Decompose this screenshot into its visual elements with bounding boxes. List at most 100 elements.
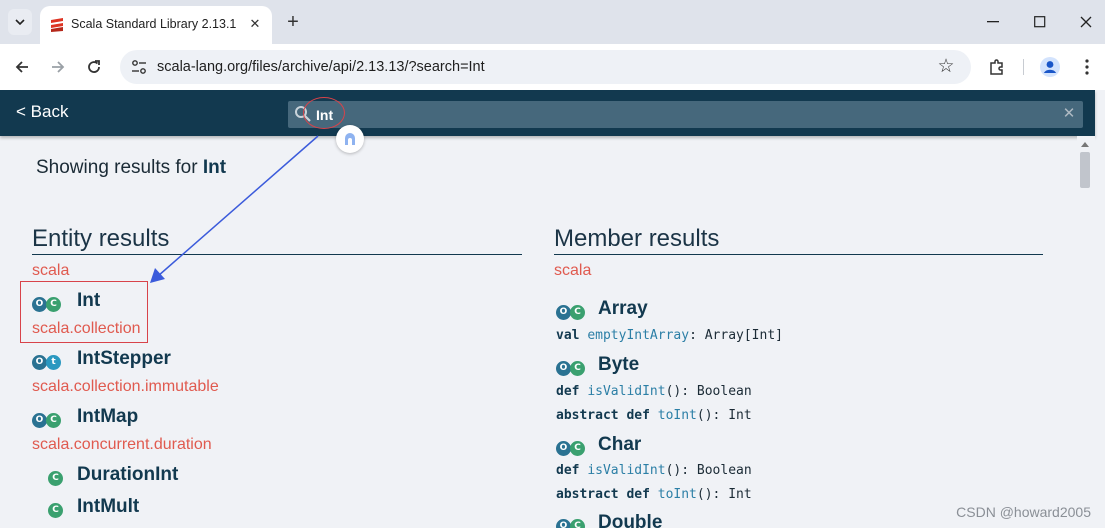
entity-badges: C	[48, 499, 63, 518]
tab-strip: Scala Standard Library 2.13.1 ✕ +	[0, 0, 1105, 44]
member-keyword: val	[556, 328, 580, 343]
close-window-button[interactable]	[1076, 12, 1096, 32]
forward-nav-button[interactable]	[46, 55, 70, 79]
search-input[interactable]	[316, 104, 1016, 125]
member-keyword: def	[556, 463, 580, 478]
maximize-icon	[1034, 16, 1046, 28]
member-signature[interactable]: def isValidInt(): Boolean	[556, 384, 752, 399]
entity-name[interactable]: DurationInt	[77, 464, 178, 486]
member-signature[interactable]: abstract def toInt(): Int	[556, 487, 752, 502]
extensions-button[interactable]	[985, 55, 1009, 79]
member-entity-array[interactable]: OC Array	[556, 298, 756, 322]
page-content: < Back ✕ Showing results for Int Entity …	[0, 90, 1105, 528]
extension-bubble[interactable]	[336, 125, 364, 153]
member-keyword: abstract def	[556, 408, 650, 423]
translate-extension-icon	[345, 133, 355, 145]
entity-badges: OC	[32, 409, 61, 428]
member-keyword: abstract def	[556, 487, 650, 502]
entity-badges: C	[48, 467, 63, 486]
entity-results-rule	[32, 254, 522, 255]
minimize-button[interactable]	[983, 12, 1003, 32]
entity-name[interactable]: Char	[598, 434, 641, 456]
object-badge-icon: O	[32, 413, 47, 428]
member-name[interactable]: toInt	[658, 408, 697, 423]
member-entity-char[interactable]: OC Char	[556, 434, 756, 458]
member-name[interactable]: toInt	[658, 487, 697, 502]
clear-search-icon[interactable]: ✕	[1061, 105, 1077, 123]
object-badge-icon: O	[556, 305, 571, 320]
member-type: (): Boolean	[665, 384, 752, 399]
scaladoc-header: < Back ✕	[0, 90, 1095, 136]
entity-name[interactable]: IntMult	[77, 496, 139, 518]
entity-name[interactable]: Array	[598, 298, 648, 320]
class-badge-icon: C	[570, 519, 585, 528]
site-settings-icon	[132, 60, 146, 74]
back-nav-button[interactable]	[10, 55, 34, 79]
entity-result-intstepper[interactable]: Ot IntStepper	[32, 348, 232, 372]
package-link[interactable]: scala.collection.immutable	[32, 378, 219, 396]
avatar-icon	[1040, 57, 1060, 77]
profile-button[interactable]	[1038, 55, 1062, 79]
scroll-up-icon[interactable]	[1081, 142, 1089, 147]
class-badge-icon: C	[46, 413, 61, 428]
member-signature[interactable]: abstract def toInt(): Int	[556, 408, 752, 423]
reload-button[interactable]	[82, 55, 106, 79]
member-results-title: Member results	[554, 225, 720, 252]
entity-name[interactable]: Byte	[598, 354, 639, 376]
entity-badges: Ot	[32, 351, 61, 370]
maximize-button[interactable]	[1030, 12, 1050, 32]
browser-menu-button[interactable]	[1075, 55, 1099, 79]
entity-result-intmult[interactable]: C IntMult	[32, 496, 232, 520]
package-link[interactable]: scala	[554, 262, 591, 280]
entity-badges: OC	[556, 357, 585, 376]
arrow-right-icon	[52, 61, 65, 73]
browser-tab-active[interactable]: Scala Standard Library 2.13.1 ✕	[40, 6, 272, 44]
scrollbar-thumb[interactable]	[1080, 152, 1090, 188]
member-type: (): Int	[696, 408, 752, 423]
minimize-icon	[987, 21, 999, 23]
chevron-down-icon	[15, 19, 25, 25]
bookmark-star-icon[interactable]: ☆	[935, 56, 957, 78]
address-bar[interactable]: scala-lang.org/files/archive/api/2.13.13…	[120, 50, 971, 84]
toolbar-divider	[1023, 59, 1024, 75]
entity-badges: OC	[556, 515, 585, 528]
member-entity-byte[interactable]: OC Byte	[556, 354, 756, 378]
entity-name[interactable]: IntMap	[77, 406, 138, 428]
entity-result-intmap[interactable]: OC IntMap	[32, 406, 232, 430]
new-tab-button[interactable]: +	[282, 11, 304, 33]
entity-name[interactable]: IntStepper	[77, 348, 171, 370]
tab-title: Scala Standard Library 2.13.1	[71, 17, 237, 31]
puzzle-icon	[990, 59, 1003, 75]
member-name[interactable]: isValidInt	[587, 384, 665, 399]
entity-badges: OC	[556, 301, 585, 320]
member-name[interactable]: emptyIntArray	[587, 328, 689, 343]
member-name[interactable]: isValidInt	[587, 463, 665, 478]
search-box[interactable]: ✕	[288, 101, 1083, 128]
arrow-left-icon	[15, 61, 28, 73]
member-type: (): Int	[696, 487, 752, 502]
member-entity-double[interactable]: OC Double	[556, 512, 756, 528]
annotation-rectangle	[20, 281, 148, 343]
member-signature[interactable]: val emptyIntArray: Array[Int]	[556, 328, 783, 343]
results-query: Int	[202, 157, 227, 178]
entity-name[interactable]: Double	[598, 512, 662, 528]
member-signature[interactable]: def isValidInt(): Boolean	[556, 463, 752, 478]
object-badge-icon: O	[556, 519, 571, 528]
entity-result-durationint[interactable]: C DurationInt	[32, 464, 232, 488]
object-badge-icon: O	[556, 361, 571, 376]
tab-close-icon[interactable]: ✕	[246, 15, 264, 33]
class-badge-icon: C	[570, 305, 585, 320]
url-text: scala-lang.org/files/archive/api/2.13.13…	[157, 59, 485, 75]
class-badge-icon: C	[48, 503, 63, 518]
annotation-circle	[303, 97, 345, 129]
close-icon	[1080, 16, 1092, 28]
page-scrollbar[interactable]	[1077, 136, 1095, 528]
package-link[interactable]: scala.concurrent.duration	[32, 436, 212, 454]
object-badge-icon: O	[32, 355, 47, 370]
package-link[interactable]: scala	[32, 262, 69, 280]
member-keyword: def	[556, 384, 580, 399]
back-link[interactable]: < Back	[16, 102, 68, 122]
tab-search-button[interactable]	[8, 9, 32, 35]
class-badge-icon: C	[48, 471, 63, 486]
entity-badges: OC	[556, 437, 585, 456]
